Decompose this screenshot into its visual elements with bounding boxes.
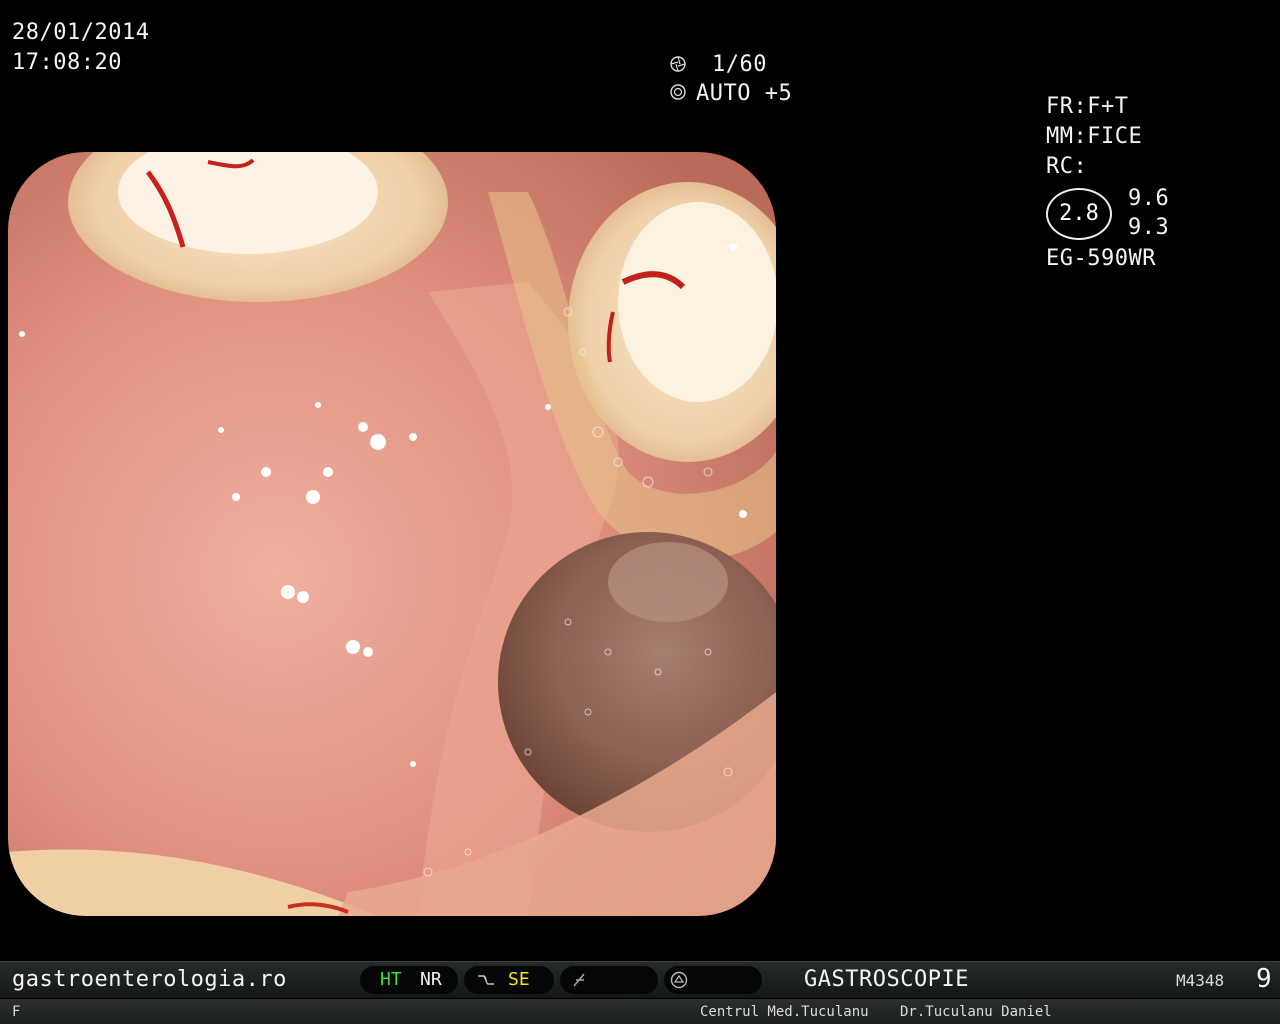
- scope-model: EG-590WR: [1046, 246, 1156, 271]
- rc-label: RC:: [1046, 154, 1088, 179]
- footer-left-label: F: [12, 1004, 21, 1020]
- nr-label: NR: [420, 969, 442, 990]
- rc-bottom-value: 9.3: [1128, 215, 1170, 240]
- footer-bar: F Centrul Med.Tuculanu Dr.Tuculanu Danie…: [0, 999, 1280, 1024]
- slash-icon: [573, 973, 585, 987]
- mm-setting: MM:FICE: [1046, 124, 1143, 149]
- mode-pill-freeze: [560, 966, 658, 994]
- rc-top-value: 9.6: [1128, 186, 1170, 211]
- mode-pill-ht-nr: HT NR: [360, 966, 458, 994]
- date-label: 28/01/2014: [12, 20, 150, 45]
- fr-setting: FR:F+T: [1046, 94, 1129, 119]
- aperture-icon: [670, 56, 686, 72]
- clinic-name: Centrul Med.Tuculanu: [700, 1004, 869, 1020]
- doctor-name: Dr.Tuculanu Daniel: [900, 1004, 1052, 1020]
- shutter-speed: 1/60: [712, 52, 767, 77]
- record-icon: [670, 971, 688, 989]
- se-label: SE: [508, 969, 530, 990]
- wave-icon: [478, 975, 494, 985]
- mode-pill-record: [664, 966, 762, 994]
- rc-value-badge: 2.8: [1046, 188, 1112, 240]
- iris-icon: [670, 84, 686, 100]
- image-number: 9: [1256, 964, 1273, 994]
- exposure-setting: AUTO +5: [696, 81, 793, 106]
- procedure-code: M4348: [1176, 971, 1225, 990]
- time-label: 17:08:20: [12, 50, 122, 75]
- ht-label: HT: [380, 969, 402, 990]
- rc-value: 2.8: [1059, 201, 1099, 226]
- status-bar: gastroenterologia.ro HT NR SE GASTROSCOP…: [0, 961, 1280, 998]
- procedure-label: GASTROSCOPIE: [804, 967, 969, 992]
- endoscopic-image: [8, 152, 776, 916]
- mode-pill-se: SE: [464, 966, 554, 994]
- website-label: gastroenterologia.ro: [12, 967, 287, 992]
